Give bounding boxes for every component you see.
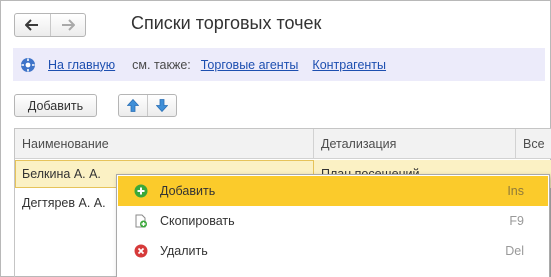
menu-item-label: Скопировать xyxy=(160,214,235,228)
back-button[interactable] xyxy=(15,14,50,36)
copy-icon xyxy=(135,214,147,228)
agents-link[interactable]: Торговые агенты xyxy=(201,58,299,72)
forward-button[interactable] xyxy=(49,14,85,36)
see-also-label: см. также: xyxy=(132,57,191,72)
arrow-right-icon xyxy=(61,19,75,31)
move-up-button[interactable] xyxy=(119,95,147,116)
navigation-buttons xyxy=(14,13,86,37)
delete-red-icon xyxy=(134,244,148,258)
menu-item-label: Добавить xyxy=(160,184,216,198)
home-link[interactable]: На главную xyxy=(48,58,115,72)
menu-item-shortcut: Del xyxy=(505,244,524,258)
move-buttons xyxy=(118,94,177,117)
menu-item-add[interactable]: Добавить Ins xyxy=(118,176,548,206)
home-icon[interactable] xyxy=(20,57,36,73)
arrow-up-icon xyxy=(127,99,140,112)
page-title: Списки торговых точек xyxy=(131,13,322,33)
menu-item-delete[interactable]: Удалить Del xyxy=(118,236,548,266)
move-down-button[interactable] xyxy=(147,95,176,116)
column-header-name[interactable]: Наименование xyxy=(15,129,314,159)
column-header-all[interactable]: Все xyxy=(516,129,551,159)
column-header-detail[interactable]: Детализация xyxy=(314,129,516,159)
menu-item-shortcut: F9 xyxy=(509,214,524,228)
links-bar: На главную см. также: Торговые агенты Ко… xyxy=(13,48,545,81)
contractors-link[interactable]: Контрагенты xyxy=(312,58,386,72)
window-frame: Списки торговых точек На главную см. так… xyxy=(0,0,551,277)
menu-item-label: Удалить xyxy=(160,244,208,258)
menu-item-shortcut: Ins xyxy=(507,184,524,198)
add-button[interactable]: Добавить xyxy=(14,94,97,117)
context-menu: Добавить Ins Скопировать F9 Удалить Del xyxy=(116,174,550,277)
add-green-icon xyxy=(134,184,148,198)
table-header: Наименование Детализация Все xyxy=(15,129,551,159)
arrow-down-icon xyxy=(156,99,169,112)
menu-item-copy[interactable]: Скопировать F9 xyxy=(118,206,548,236)
arrow-left-icon xyxy=(25,19,39,31)
